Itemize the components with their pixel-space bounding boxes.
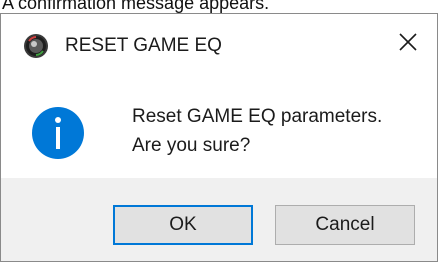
dialog-footer: OK Cancel [1,178,437,261]
close-button[interactable] [379,14,437,74]
cancel-button[interactable]: Cancel [275,205,415,245]
message-line-2: Are you sure? [132,135,251,156]
caption-text: A confirmation message appears. [2,0,270,13]
confirm-dialog: RESET GAME EQ Reset GAME EQ parameters. … [0,13,438,262]
dialog-message: Reset GAME EQ parameters. Are you sure? [132,102,382,160]
dialog-titlebar[interactable]: RESET GAME EQ [1,14,437,78]
close-icon [399,32,417,56]
ok-button[interactable]: OK [113,205,253,245]
page: A confirmation message appears. RESET GA… [0,0,440,264]
info-icon [31,106,85,160]
app-icon [23,33,49,59]
dialog-title: RESET GAME EQ [65,35,222,56]
dialog-content: Reset GAME EQ parameters. Are you sure? [1,78,437,178]
message-line-1: Reset GAME EQ parameters. [132,106,383,127]
